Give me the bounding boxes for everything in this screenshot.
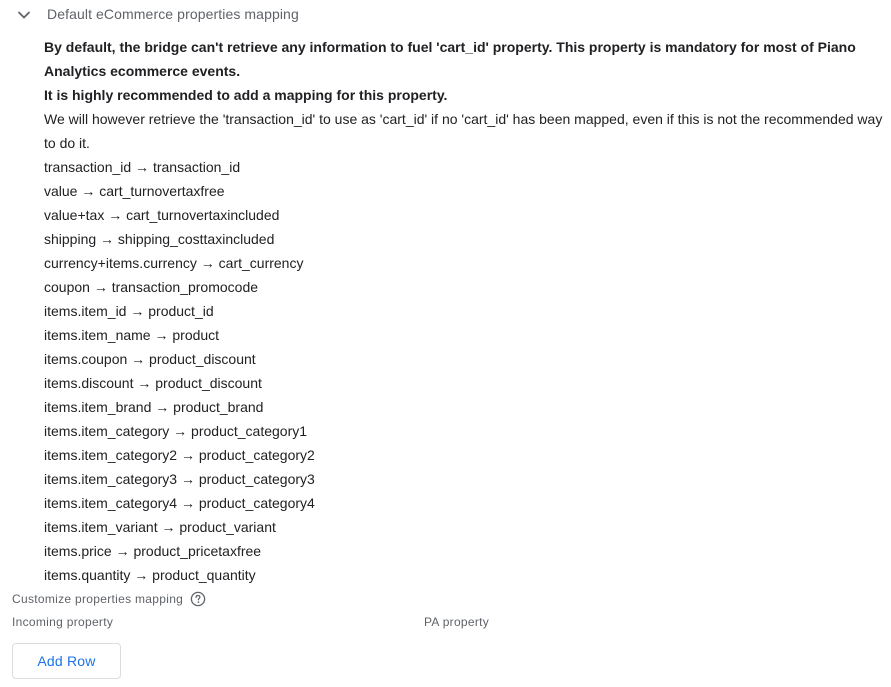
mapping-line: shipping → shipping_costtaxincluded	[44, 231, 275, 247]
mapping-line: transaction_id → transaction_id	[44, 159, 241, 175]
notice-fallback-text: We will however retrieve the 'transactio…	[44, 111, 883, 151]
notice-bold-text: By default, the bridge can't retrieve an…	[44, 39, 856, 79]
mapping-line: value+tax → cart_turnovertaxincluded	[44, 207, 280, 223]
mapping-line: items.item_category3 → product_category3	[44, 471, 315, 487]
notice-recommendation-text: It is highly recommended to add a mappin…	[44, 87, 448, 103]
mapping-line: items.item_variant → product_variant	[44, 519, 276, 535]
mapping-line: items.item_category4 → product_category4	[44, 495, 315, 511]
help-circle-icon[interactable]	[190, 591, 206, 607]
mapping-line: items.item_category2 → product_category2	[44, 447, 315, 463]
chevron-down-icon[interactable]	[16, 7, 32, 23]
mapping-line: currency+items.currency → cart_currency	[44, 255, 304, 271]
mapping-line: items.price → product_pricetaxfree	[44, 543, 262, 559]
ecommerce-mapping-panel: Default eCommerce properties mapping By …	[0, 0, 891, 687]
mapping-line: items.item_id → product_id	[44, 303, 214, 319]
mapping-line: items.item_brand → product_brand	[44, 399, 264, 415]
pa-property-column-header: PA property	[424, 615, 490, 629]
default-mapping-list: transaction_id → transaction_idvalue → c…	[44, 155, 884, 587]
mapping-line: items.quantity → product_quantity	[44, 567, 256, 583]
mapping-line: items.item_category → product_category1	[44, 423, 308, 439]
customize-mapping-label: Customize properties mapping	[12, 592, 184, 606]
mapping-line: coupon → transaction_promocode	[44, 279, 259, 295]
mapping-line: items.coupon → product_discount	[44, 351, 256, 367]
mapping-description: By default, the bridge can't retrieve an…	[44, 35, 884, 587]
customize-mapping-header: Customize properties mapping	[12, 589, 206, 609]
incoming-property-column-header: Incoming property	[12, 615, 114, 629]
add-row-button[interactable]: Add Row	[12, 643, 121, 679]
mapping-line: items.discount → product_discount	[44, 375, 262, 391]
mapping-line: items.item_name → product	[44, 327, 220, 343]
mapping-line: value → cart_turnovertaxfree	[44, 183, 225, 199]
section-title: Default eCommerce properties mapping	[47, 6, 299, 22]
